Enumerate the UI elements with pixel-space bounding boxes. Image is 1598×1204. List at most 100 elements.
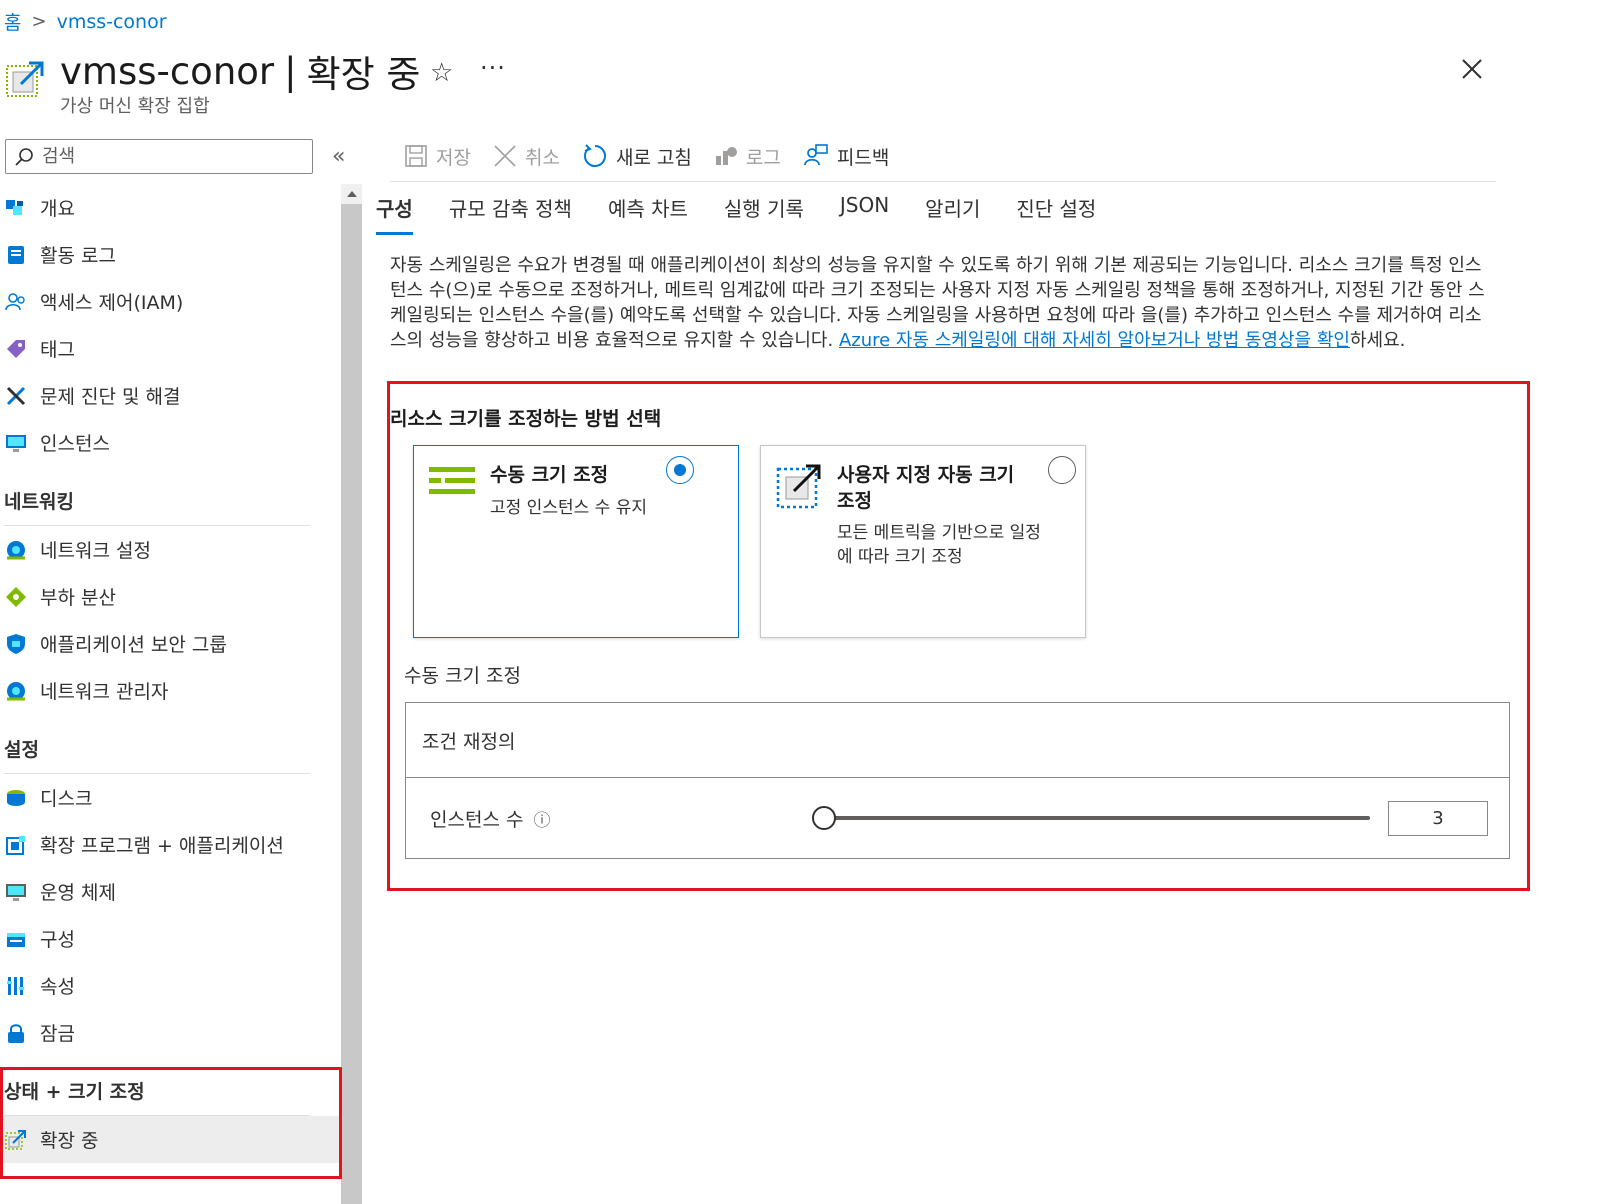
breadcrumb-resource-link[interactable]: vmss-conor [57, 11, 167, 33]
feedback-button[interactable]: 피드백 [803, 143, 889, 170]
learn-more-link[interactable]: Azure 자동 스케일링에 대해 자세히 알아보거나 방법 동영상을 확인 [839, 330, 1350, 351]
instance-count-input[interactable] [1388, 801, 1488, 836]
title-separator: | [284, 49, 297, 93]
sidebar-item-label: 활동 로그 [40, 245, 116, 267]
sidebar-item-properties[interactable]: 속성 [0, 962, 340, 1009]
logs-label: 로그 [745, 146, 781, 169]
info-icon[interactable]: ⓘ [533, 806, 550, 831]
logs-button[interactable]: 로그 [714, 143, 781, 170]
tab-configure[interactable]: 구성 [376, 193, 413, 235]
sidebar-item-activity-log[interactable]: 활동 로그 [0, 231, 340, 278]
refresh-label: 새로 고침 [615, 146, 692, 169]
sidebar-item-label: 애플리케이션 보안 그룹 [40, 634, 227, 656]
breadcrumb-separator: > [31, 11, 47, 32]
sidebar-item-disks[interactable]: 디스크 [0, 774, 340, 821]
breadcrumb-home-link[interactable]: 홈 [4, 8, 21, 35]
sidebar-item-configuration[interactable]: 구성 [0, 915, 340, 962]
close-icon[interactable] [1455, 52, 1489, 86]
tab-notify[interactable]: 알리기 [925, 193, 980, 235]
sidebar-scrollbar[interactable] [341, 184, 362, 1204]
refresh-button[interactable]: 새로 고침 [582, 143, 692, 170]
feedback-label: 피드백 [836, 146, 890, 169]
search-icon [15, 147, 33, 166]
sidebar-section-health: 상태 + 크기 조정 [0, 1056, 340, 1116]
scale-method-heading: 리소스 크기를 조정하는 방법 선택 [390, 408, 662, 430]
sidebar-item-label: 구성 [40, 929, 75, 951]
sidebar-item-label: 네트워크 관리자 [40, 681, 169, 703]
save-button[interactable]: 저장 [404, 143, 471, 170]
page-title: vmss-conor | 확장 중 [60, 44, 420, 98]
sidebar-item-instances[interactable]: 인스턴스 [0, 419, 340, 466]
collapse-sidebar-icon[interactable]: « [332, 144, 345, 169]
sidebar-item-locks[interactable]: 잠금 [0, 1009, 340, 1056]
asg-icon [4, 632, 28, 656]
cancel-label: 취소 [524, 146, 560, 169]
logs-icon [715, 147, 737, 165]
resource-name: vmss-conor [60, 49, 275, 93]
sidebar-item-network-manager[interactable]: 네트워크 관리자 [0, 667, 340, 714]
command-bar: 저장 취소 새로 고침 로그 피드백 [404, 139, 889, 173]
manual-scale-panel: 조건 재정의 인스턴스 수 ⓘ [405, 702, 1510, 859]
override-condition-header: 조건 재정의 [406, 703, 1509, 778]
instance-count-slider[interactable] [812, 806, 1370, 830]
disk-icon [4, 786, 28, 810]
properties-icon [4, 974, 28, 998]
sidebar-item-label: 태그 [40, 339, 75, 361]
custom-autoscale-title: 사용자 지정 자동 크기 조정 [837, 464, 1015, 512]
feedback-icon [803, 144, 828, 166]
save-label: 저장 [436, 146, 471, 169]
breadcrumb: 홈 > vmss-conor [4, 8, 167, 35]
sidebar-nav: 개요 활동 로그 액세스 제어(IAM) 태그 문제 진단 및 해결 인스턴스 … [0, 184, 340, 1163]
network-manager-icon [4, 679, 28, 703]
tab-diagnostic-settings[interactable]: 진단 설정 [1016, 193, 1096, 235]
sidebar-item-label: 문제 진단 및 해결 [40, 386, 181, 408]
manual-scale-icon [429, 467, 475, 494]
sidebar-item-diagnose[interactable]: 문제 진단 및 해결 [0, 372, 340, 419]
sidebar-item-network-settings[interactable]: 네트워크 설정 [0, 526, 340, 573]
tab-run-history[interactable]: 실행 기록 [724, 193, 804, 235]
custom-autoscale-card[interactable]: 사용자 지정 자동 크기 조정 모든 메트릭을 기반으로 일정에 따라 크기 조… [760, 445, 1086, 638]
instance-count-label: 인스턴스 수 ⓘ [430, 805, 550, 832]
tag-icon [4, 337, 28, 361]
toolbar-divider [390, 181, 1496, 182]
cancel-button[interactable]: 취소 [493, 143, 560, 170]
cancel-icon [494, 145, 516, 167]
save-icon [405, 145, 427, 167]
description-suffix: 하세요. [1349, 330, 1406, 351]
manual-scale-card[interactable]: 수동 크기 조정 고정 인스턴스 수 유지 [413, 445, 739, 638]
sidebar-search-input[interactable] [42, 146, 292, 167]
tab-scale-in-policy[interactable]: 규모 감축 정책 [449, 193, 572, 235]
sidebar-section-settings: 설정 [0, 714, 340, 774]
tab-json[interactable]: JSON [840, 193, 889, 235]
sidebar-item-label: 부하 분산 [40, 587, 116, 609]
scale-set-scaling-icon [6, 61, 44, 97]
sidebar-item-extensions[interactable]: 확장 프로그램 + 애플리케이션 [0, 821, 340, 868]
sidebar-item-scaling[interactable]: 확장 중 [0, 1116, 340, 1163]
blade-name: 확장 중 [306, 53, 421, 96]
sidebar-item-tags[interactable]: 태그 [0, 325, 340, 372]
sidebar-item-label: 개요 [40, 198, 75, 220]
sidebar-section-networking: 네트워킹 [0, 466, 340, 526]
custom-autoscale-radio[interactable] [1048, 456, 1076, 484]
extensions-icon [4, 833, 28, 857]
more-options-icon[interactable]: ··· [480, 54, 506, 82]
sidebar-item-load-balancing[interactable]: 부하 분산 [0, 573, 340, 620]
sidebar-item-iam[interactable]: 액세스 제어(IAM) [0, 278, 340, 325]
manual-scale-radio[interactable] [666, 456, 694, 484]
autoscale-description: 자동 스케일링은 수요가 변경될 때 애플리케이션이 최상의 성능을 유지할 수… [390, 253, 1490, 353]
tab-predictive-charts[interactable]: 예측 차트 [608, 193, 688, 235]
page-subtitle: 가상 머신 확장 집합 [60, 96, 210, 117]
sidebar-item-label: 인스턴스 [40, 433, 110, 455]
instance-count-text: 인스턴스 수 [430, 809, 524, 831]
sidebar-item-overview[interactable]: 개요 [0, 184, 340, 231]
favorite-star-icon[interactable]: ☆ [430, 58, 453, 88]
sidebar-item-label: 네트워크 설정 [40, 540, 151, 562]
load-balancing-icon [4, 585, 28, 609]
sidebar-item-label: 액세스 제어(IAM) [40, 292, 184, 314]
sidebar-search[interactable] [5, 139, 313, 174]
scroll-up-arrow-icon[interactable] [341, 184, 362, 204]
manual-scale-section-label: 수동 크기 조정 [404, 665, 521, 687]
sidebar-item-asg[interactable]: 애플리케이션 보안 그룹 [0, 620, 340, 667]
sidebar-item-os[interactable]: 운영 체제 [0, 868, 340, 915]
slider-thumb[interactable] [812, 806, 836, 830]
